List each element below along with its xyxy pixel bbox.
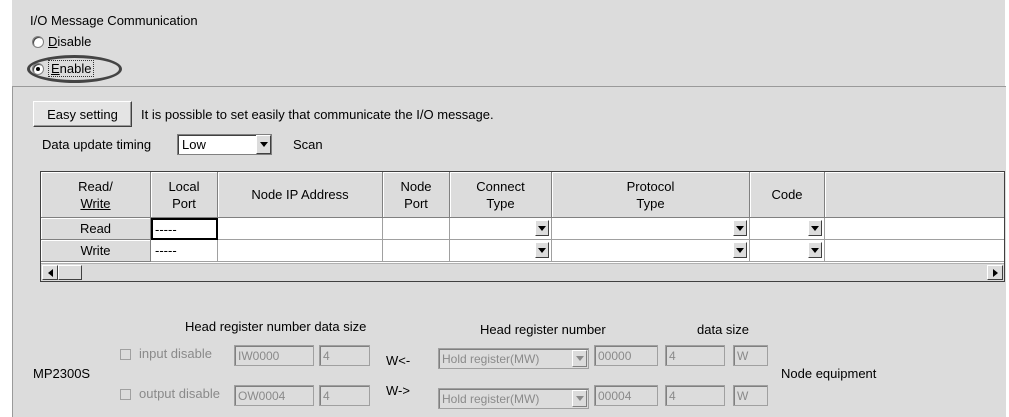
write-connect-type-cell[interactable] <box>450 240 552 262</box>
read-node-ip-cell[interactable] <box>218 218 383 240</box>
write-protocol-type-cell[interactable] <box>552 240 750 262</box>
write-code-cell[interactable] <box>750 240 825 262</box>
device-label: MP2300S <box>33 366 91 381</box>
disable-radio-option[interactable]: Disable <box>32 34 91 49</box>
input-disable-label: input disable <box>139 346 212 361</box>
write-local-port-cell[interactable]: ----- <box>151 240 218 262</box>
input-size-field[interactable]: 4 <box>319 345 370 366</box>
output-unit-field[interactable]: W <box>733 385 768 406</box>
input-unit-field[interactable]: W <box>733 345 768 366</box>
output-reg-type-select[interactable]: Hold register(MW) <box>438 388 589 409</box>
output-node-register-field[interactable]: 00004 <box>594 385 658 406</box>
head-register-label: Head register number <box>480 322 606 337</box>
chevron-down-icon[interactable] <box>733 220 747 236</box>
disable-radio[interactable] <box>32 35 44 48</box>
input-register-field[interactable]: IW0000 <box>234 345 314 366</box>
chevron-down-icon[interactable] <box>733 242 747 258</box>
header-connect-type: Connect Type <box>450 172 552 218</box>
output-node-size-field[interactable]: 4 <box>665 385 725 406</box>
read-local-port-cell[interactable]: ----- <box>151 218 218 240</box>
write-node-ip-cell[interactable] <box>218 240 383 262</box>
node-equipment-label: Node equipment <box>781 366 877 381</box>
scroll-right-button[interactable] <box>987 265 1003 280</box>
read-protocol-type-cell[interactable] <box>552 218 750 240</box>
row-header-write: Write <box>41 240 151 262</box>
arrow-right-icon <box>992 268 998 277</box>
enable-radio[interactable] <box>32 62 44 75</box>
arrow-left-icon <box>47 268 53 277</box>
scroll-thumb[interactable] <box>58 265 82 280</box>
row-header-read: Read <box>41 218 151 240</box>
chevron-down-icon[interactable] <box>256 135 271 154</box>
output-register-field[interactable]: OW0004 <box>234 385 314 406</box>
enable-radio-label: Enable <box>48 60 95 77</box>
chevron-down-icon[interactable] <box>535 220 549 236</box>
read-connect-type-cell[interactable] <box>450 218 552 240</box>
header-node-ip: Node IP Address <box>218 172 383 218</box>
output-direction-label: W-> <box>386 383 410 398</box>
input-node-size-field[interactable]: 4 <box>665 345 725 366</box>
header-protocol-type: Protocol Type <box>552 172 750 218</box>
io-message-grid: Read/Write Local Port Node IP Address Nod… <box>40 171 1005 282</box>
chevron-down-icon[interactable] <box>535 242 549 258</box>
write-node-port-cell[interactable] <box>383 240 450 262</box>
easy-setting-button[interactable]: Easy setting <box>33 101 132 127</box>
header-local-port: Local Port <box>151 172 218 218</box>
data-update-timing-select[interactable]: Low <box>177 134 272 155</box>
enable-radio-option[interactable]: Enable <box>32 60 95 77</box>
input-disable-checkbox[interactable] <box>120 349 131 360</box>
input-reg-type-select[interactable]: Hold register(MW) <box>438 348 589 369</box>
read-code-cell[interactable] <box>750 218 825 240</box>
disable-radio-label: Disable <box>48 34 92 49</box>
header-node-port: Node Port <box>383 172 450 218</box>
data-update-timing-value: Low <box>182 137 206 152</box>
scan-label: Scan <box>293 137 323 152</box>
write-blank-cell <box>825 240 1004 262</box>
chevron-down-icon[interactable] <box>808 220 822 236</box>
data-size-label: data size <box>697 322 750 337</box>
header-code: Code <box>750 172 825 218</box>
chevron-down-icon[interactable] <box>572 390 587 407</box>
io-group-title: I/O Message Communication <box>30 13 198 28</box>
horizontal-scrollbar[interactable] <box>41 263 1004 281</box>
read-blank-cell <box>825 218 1004 240</box>
chevron-down-icon[interactable] <box>808 242 822 258</box>
input-node-register-field[interactable]: 00000 <box>594 345 658 366</box>
header-blank <box>825 172 1004 218</box>
read-node-port-cell[interactable] <box>383 218 450 240</box>
data-update-timing-label: Data update timing <box>42 137 152 152</box>
head-register-data-size-label: Head register number data size <box>185 319 367 334</box>
scroll-left-button[interactable] <box>42 265 58 280</box>
easy-setting-description: It is possible to set easily that commun… <box>141 107 494 122</box>
chevron-down-icon[interactable] <box>572 350 587 367</box>
io-message-settings-page: I/O Message Communication Disable Enable… <box>0 0 1009 417</box>
header-read-write: Read/Write <box>41 172 151 218</box>
output-size-field[interactable]: 4 <box>319 385 370 406</box>
output-disable-checkbox[interactable] <box>120 389 131 400</box>
input-direction-label: W<- <box>386 353 411 368</box>
output-disable-label: output disable <box>139 386 220 401</box>
